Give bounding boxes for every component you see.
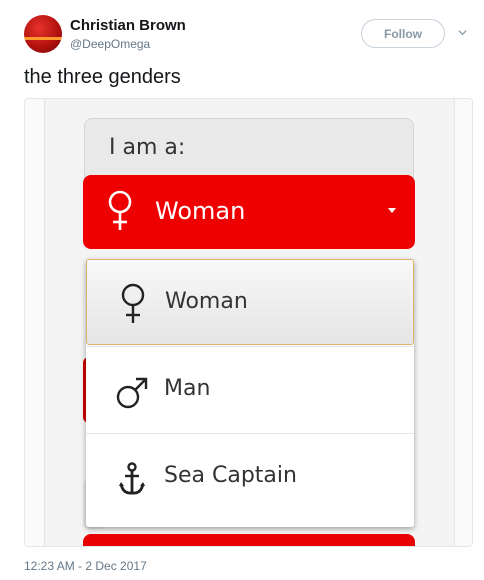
dropdown-arrow-icon [388,208,396,213]
option-woman[interactable]: Woman [86,259,414,345]
option-label: Sea Captain [164,463,297,488]
tweet-text: the three genders [24,66,181,88]
female-symbol-icon [121,283,145,323]
selected-value: Woman [155,197,246,225]
dropdown-menu: Woman Man Sea Captain [86,259,414,527]
female-symbol-icon [108,190,132,230]
form-label: I am a: [109,135,186,160]
author-name[interactable]: Christian Brown [70,17,186,34]
follow-button[interactable]: Follow [361,19,445,48]
avatar[interactable] [24,15,62,53]
option-label: Woman [165,289,248,314]
hidden-field-bottom [83,534,415,546]
option-sea-captain[interactable]: Sea Captain [86,433,414,519]
male-symbol-icon [116,377,148,409]
screenshot-edge-left [25,99,45,546]
tweet-media[interactable]: I am a: Woman Woman Man Sea Captain [24,98,473,547]
option-man[interactable]: Man [86,346,414,432]
tweet-timestamp[interactable]: 12:23 AM - 2 Dec 2017 [24,559,147,573]
option-label: Man [164,376,211,401]
anchor-icon [119,462,145,495]
gender-select[interactable]: Woman [83,175,415,249]
author-handle[interactable]: @DeepOmega [70,37,150,51]
screenshot-edge-right [454,99,472,546]
chevron-down-icon[interactable] [458,28,467,37]
